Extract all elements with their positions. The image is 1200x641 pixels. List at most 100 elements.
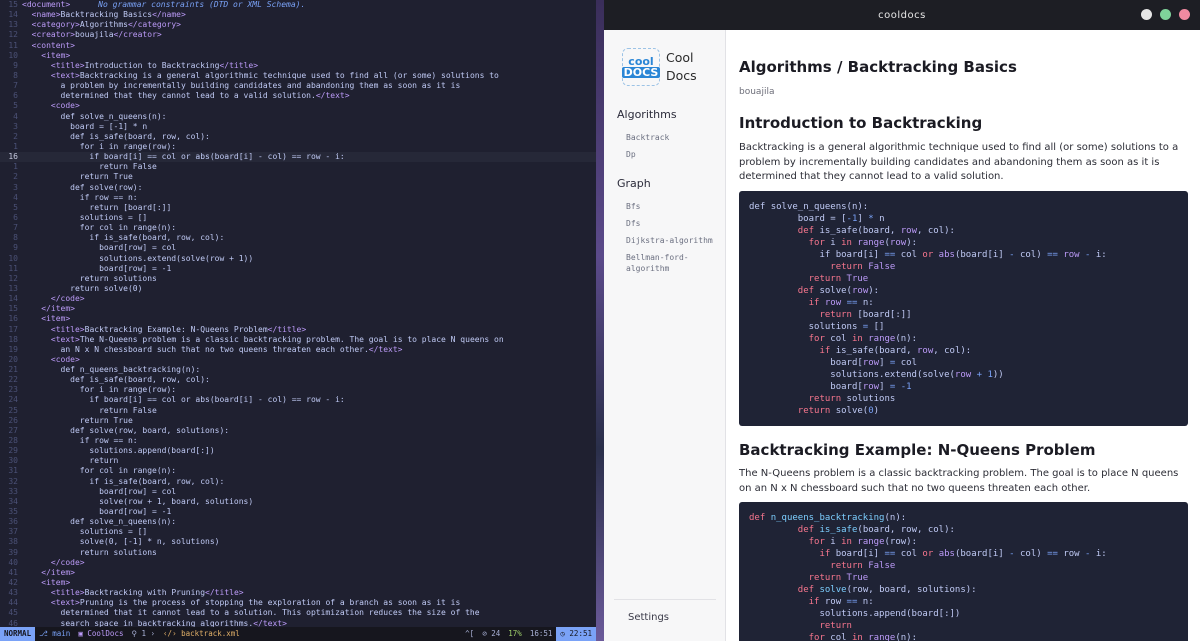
- editor-line[interactable]: 13 return solve(0): [0, 284, 596, 294]
- line-number: 14: [8, 294, 18, 304]
- app-logo[interactable]: cool DOCS Cool Docs: [621, 48, 697, 86]
- editor-line[interactable]: 46 search space in backtracking algorith…: [0, 619, 596, 627]
- editor-line[interactable]: 36 def solve_n_queens(n):: [0, 517, 596, 527]
- editor-line[interactable]: 20 <code>: [0, 355, 596, 365]
- line-text: <item>: [41, 50, 71, 60]
- logo-badge-line2: DOCS: [621, 66, 661, 79]
- line-text: if board[i] == col or abs(board[i] - col…: [22, 395, 345, 405]
- editor-line[interactable]: 15 <document> No grammar constraints (DTD …: [0, 0, 596, 10]
- line-number: 37: [8, 527, 18, 537]
- line-number: 20: [8, 354, 18, 364]
- minimize-button[interactable]: [1141, 9, 1152, 20]
- editor-line[interactable]: 10 <item>: [0, 51, 596, 61]
- line-number: 32: [8, 476, 18, 486]
- editor-line[interactable]: 41 </item>: [0, 568, 596, 578]
- editor-line[interactable]: 19 an N x N chessboard such that no two …: [0, 345, 596, 355]
- editor-line[interactable]: 5 return [board[:]]: [0, 203, 596, 213]
- editor-line[interactable]: 32 if is_safe(board, row, col):: [0, 477, 596, 487]
- editor-line[interactable]: 14 </code>: [0, 294, 596, 304]
- editor-line[interactable]: 9 <title>Introduction to Backtracking</t…: [0, 61, 596, 71]
- editor-line[interactable]: 15 </item>: [0, 304, 596, 314]
- editor-line[interactable]: 39 return solutions: [0, 548, 596, 558]
- line-text: </code>: [50, 557, 85, 567]
- editor-line[interactable]: 11 <content>: [0, 41, 596, 51]
- editor-line[interactable]: 1 return False: [0, 162, 596, 172]
- editor-line[interactable]: 2 def is_safe(board, row, col):: [0, 132, 596, 142]
- editor-line[interactable]: 22 def is_safe(board, row, col):: [0, 375, 596, 385]
- editor-line[interactable]: 38 solve(0, [-1] * n, solutions): [0, 537, 596, 547]
- editor-line[interactable]: 8 <text>Backtracking is a general algori…: [0, 71, 596, 81]
- line-number: 11: [8, 263, 18, 273]
- editor-line[interactable]: 25 return False: [0, 406, 596, 416]
- editor-line[interactable]: 4 if row == n:: [0, 193, 596, 203]
- editor-line[interactable]: 27 def solve(row, board, solutions):: [0, 426, 596, 436]
- editor-line[interactable]: 3 board = [-1] * n: [0, 122, 596, 132]
- editor-line[interactable]: 2 return True: [0, 172, 596, 182]
- sidebar-item-dijkstra[interactable]: Dijkstra-algorithm: [626, 235, 713, 246]
- sidebar-footer: Settings: [614, 599, 716, 641]
- code-editor-pane[interactable]: 15 <document> No grammar constraints (DTD …: [0, 0, 596, 641]
- line-text: determined that it cannot lead to a solu…: [22, 608, 480, 618]
- editor-line[interactable]: 13 <category>Algorithms</category>: [0, 20, 596, 30]
- editor-line[interactable]: 10 solutions.extend(solve(row + 1)): [0, 254, 596, 264]
- line-text: <text>Backtracking is a general algorith…: [50, 70, 499, 80]
- line-number: 28: [8, 436, 18, 446]
- editor-line[interactable]: 45 determined that it cannot lead to a s…: [0, 608, 596, 618]
- line-number: 16: [8, 152, 18, 162]
- editor-line[interactable]: 29 solutions.append(board[:]): [0, 446, 596, 456]
- sidebar-item-backtrack[interactable]: Backtrack: [626, 132, 669, 143]
- sidebar-section-graph[interactable]: Graph: [617, 177, 651, 190]
- editor-line[interactable]: 7 a problem by incrementally building ca…: [0, 81, 596, 91]
- maximize-button[interactable]: [1160, 9, 1171, 20]
- line-number: 41: [8, 567, 18, 577]
- editor-line[interactable]: 16 if board[i] == col or abs(board[i] - …: [0, 152, 596, 163]
- editor-line[interactable]: 11 board[row] = -1: [0, 264, 596, 274]
- editor-line[interactable]: 35 board[row] = -1: [0, 507, 596, 517]
- sidebar-item-bellman-ford-cont[interactable]: algorithm: [626, 263, 669, 274]
- editor-line[interactable]: 33 board[row] = col: [0, 487, 596, 497]
- window-titlebar[interactable]: cooldocs: [604, 0, 1200, 30]
- editor-line[interactable]: 42 <item>: [0, 578, 596, 588]
- sidebar-item-dfs[interactable]: Dfs: [626, 218, 640, 229]
- editor-line[interactable]: 9 board[row] = col: [0, 243, 596, 253]
- editor-line[interactable]: 17 <title>Backtracking Example: N-Queens…: [0, 325, 596, 335]
- editor-line[interactable]: 26 return True: [0, 416, 596, 426]
- editor-line[interactable]: 12 <creator>bouajila</creator>: [0, 30, 596, 40]
- code-area[interactable]: 15 <document> No grammar constraints (DTD …: [0, 0, 596, 627]
- sidebar-item-dp[interactable]: Dp: [626, 149, 636, 160]
- editor-line[interactable]: 37 solutions = []: [0, 527, 596, 537]
- editor-line[interactable]: 1 for i in range(row):: [0, 142, 596, 152]
- settings-link[interactable]: Settings: [628, 612, 669, 623]
- editor-line[interactable]: 24 if board[i] == col or abs(board[i] - …: [0, 395, 596, 405]
- editor-line[interactable]: 6 determined that they cannot lead to a …: [0, 91, 596, 101]
- editor-line[interactable]: 18 <text>The N-Queens problem is a class…: [0, 335, 596, 345]
- document-view[interactable]: Algorithms / Backtracking Basics bouajil…: [727, 30, 1200, 641]
- sidebar-item-bfs[interactable]: Bfs: [626, 201, 640, 212]
- line-text: <name>Backtracking Basics</name>: [31, 10, 186, 20]
- editor-line[interactable]: 14 <name>Backtracking Basics</name>: [0, 10, 596, 20]
- line-text: if board[i] == col or abs(board[i] - col…: [22, 152, 345, 162]
- editor-line[interactable]: 16 <item>: [0, 314, 596, 324]
- editor-line[interactable]: 28 if row == n:: [0, 436, 596, 446]
- editor-line[interactable]: 30 return: [0, 456, 596, 466]
- editor-line[interactable]: 21 def n_queens_backtracking(n):: [0, 365, 596, 375]
- sidebar-section-algorithms[interactable]: Algorithms: [617, 108, 677, 121]
- editor-line[interactable]: 7 for col in range(n):: [0, 223, 596, 233]
- editor-line[interactable]: 6 solutions = []: [0, 213, 596, 223]
- editor-line[interactable]: 23 for i in range(row):: [0, 385, 596, 395]
- line-number: 6: [13, 91, 18, 101]
- editor-line[interactable]: 8 if is_safe(board, row, col):: [0, 233, 596, 243]
- sidebar-item-bellman-ford[interactable]: Bellman-ford-: [626, 252, 689, 263]
- close-button[interactable]: [1179, 9, 1190, 20]
- editor-line[interactable]: 43 <title>Backtracking with Pruning</tit…: [0, 588, 596, 598]
- editor-line[interactable]: 34 solve(row + 1, board, solutions): [0, 497, 596, 507]
- editor-line[interactable]: 40 </code>: [0, 558, 596, 568]
- editor-line[interactable]: 3 def solve(row):: [0, 183, 596, 193]
- editor-line[interactable]: 44 <text>Pruning is the process of stopp…: [0, 598, 596, 608]
- line-number: 2: [13, 172, 18, 182]
- line-text: <content>: [31, 40, 75, 50]
- editor-line[interactable]: 31 for col in range(n):: [0, 466, 596, 476]
- editor-line[interactable]: 12 return solutions: [0, 274, 596, 284]
- editor-line[interactable]: 5 <code>: [0, 101, 596, 111]
- editor-line[interactable]: 4 def solve_n_queens(n):: [0, 112, 596, 122]
